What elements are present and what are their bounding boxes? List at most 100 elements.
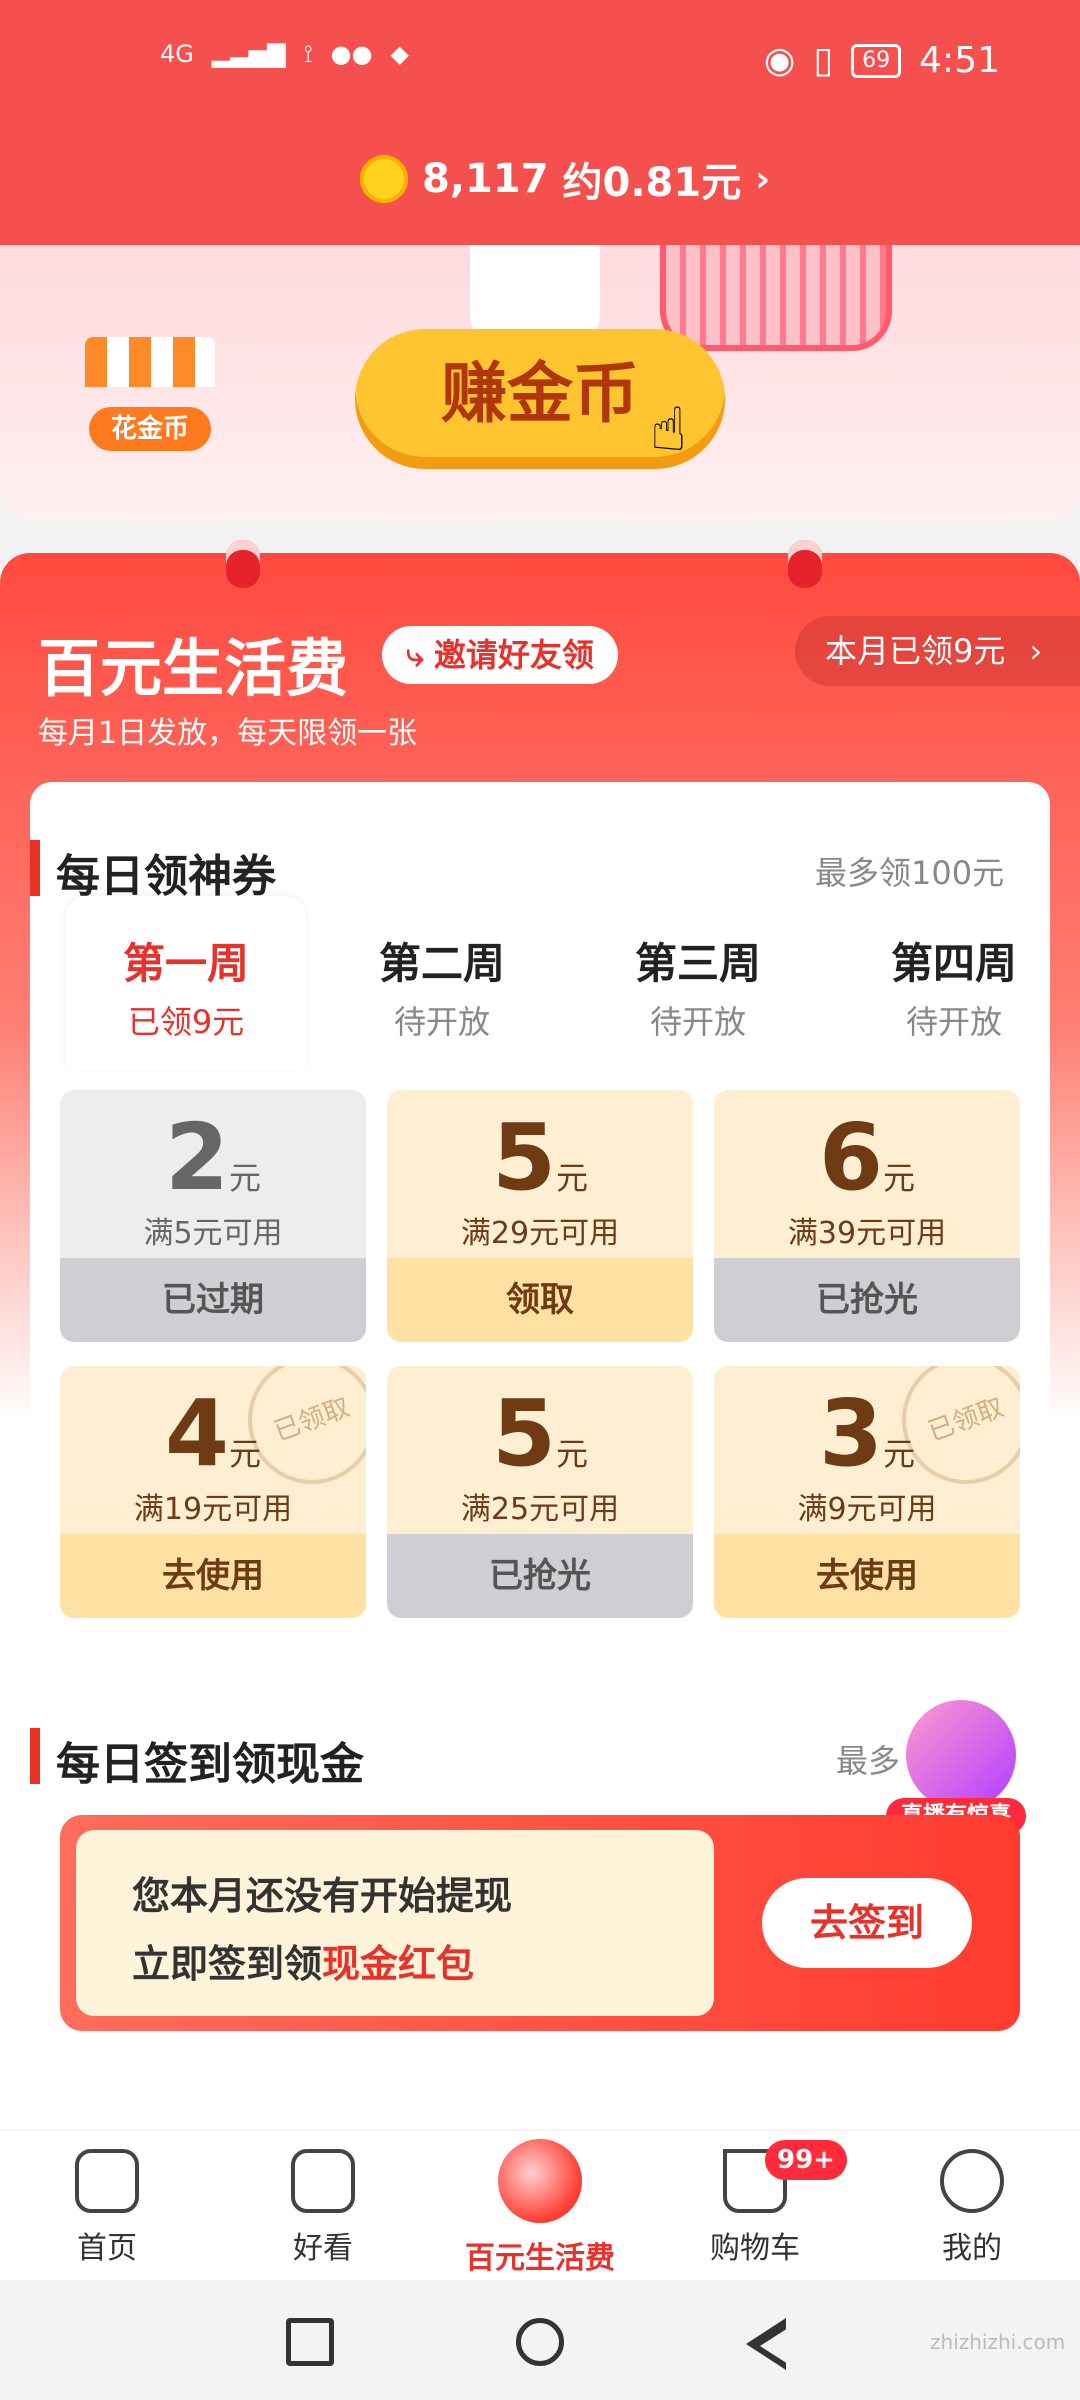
tab-week-4-label: 第四周 [890, 939, 1017, 988]
coupon-action[interactable]: 已过期 [60, 1258, 366, 1342]
checkin-line-2: 立即签到领现金红包 [132, 1933, 474, 1988]
video-icon [291, 2149, 355, 2213]
tab-week-1[interactable]: 第一周 已领9元 [66, 896, 306, 1070]
tab-week-1-status: 已领9元 [127, 1003, 245, 1041]
coupon-amount: 5元 [491, 1104, 589, 1211]
tab-week-3-status: 待开放 [649, 1003, 746, 1041]
live-surprise-badge[interactable]: 直播有惊喜 [876, 1700, 1026, 1834]
pin-left-icon [226, 540, 260, 588]
daily-coupon-title: 每日领神券 [56, 851, 276, 902]
coin-balance[interactable]: 8,117 约0.81元 › [360, 150, 770, 208]
nav-label-living: 百元生活费 [465, 2241, 615, 2276]
chevron-right-icon: › [755, 158, 771, 200]
tab-week-1-label: 第一周 [122, 939, 249, 988]
shop-awning-icon [85, 337, 215, 387]
coupon-action[interactable]: 已抢光 [714, 1258, 1020, 1342]
tab-week-4-status: 待开放 [905, 1003, 1002, 1041]
living-subtitle: 每月1日发放，每天限领一张 [38, 716, 418, 751]
coupon-action[interactable]: 去使用 [60, 1534, 366, 1618]
week-tabs: 第一周 已领9元 第二周 待开放 第三周 待开放 第四周 待开放 [30, 896, 1050, 1080]
checkin-line-1: 您本月还没有开始提现 [132, 1874, 513, 1918]
share-icon: ⤷ [406, 636, 424, 674]
invite-friends-button[interactable]: ⤷ 邀请好友领 [382, 626, 618, 684]
pointing-hand-icon: ☝ [650, 395, 687, 465]
home-icon [75, 2149, 139, 2213]
nav-item-living[interactable]: 百元生活费 [450, 2139, 630, 2277]
nav-label-video: 好看 [293, 2231, 353, 2266]
watermark: zhizhizhi.com [930, 2330, 1066, 2354]
battery-indicator: 69 [851, 43, 902, 78]
daily-checkin-title: 每日签到领现金 [56, 1739, 364, 1790]
coupon-condition: 满19元可用 [133, 1492, 293, 1527]
section-marker [30, 1728, 40, 1784]
month-received-pill[interactable]: 本月已领9元 › [795, 616, 1080, 686]
app-icon: ◆ [390, 40, 409, 68]
coupon-condition: 满9元可用 [797, 1492, 937, 1527]
month-received-label: 本月已领9元 [825, 632, 1006, 670]
coupon-action[interactable]: 去使用 [714, 1534, 1020, 1618]
coupon-amount: 4元 [164, 1380, 262, 1487]
nav-label-home: 首页 [77, 2231, 137, 2266]
checkin-line-2-prefix: 立即签到领 [132, 1942, 323, 1986]
live-play-icon [906, 1700, 1016, 1810]
coin-icon [360, 155, 408, 203]
wechat-icon: ●● [330, 40, 373, 68]
nav-label-profile: 我的 [942, 2231, 1002, 2266]
coupon-amount: 5元 [491, 1380, 589, 1487]
vibrate-icon: ▯ [813, 40, 834, 81]
nav-item-home[interactable]: 首页 [17, 2149, 197, 2267]
invite-label: 邀请好友领 [433, 636, 594, 674]
eye-icon: ◉ [763, 40, 796, 81]
coupon-card[interactable]: 6元 满39元可用 已抢光 [714, 1090, 1020, 1342]
nav-item-profile[interactable]: 我的 [882, 2149, 1062, 2267]
coupon-amount: 2元 [164, 1104, 262, 1211]
coupon-card[interactable]: 2元 满5元可用 已过期 [60, 1090, 366, 1342]
checkin-line-2-highlight: 现金红包 [322, 1942, 475, 1986]
shop-button[interactable]: 花金币 [85, 337, 215, 457]
coin-approx: 约0.81元 [562, 160, 742, 206]
nav-label-cart: 购物车 [710, 2231, 800, 2266]
shop-label: 花金币 [89, 407, 211, 451]
home-system-icon[interactable] [516, 2318, 564, 2366]
tab-week-2-label: 第二周 [378, 939, 505, 988]
recent-apps-icon[interactable] [286, 2318, 334, 2366]
coupon-condition: 满29元可用 [460, 1216, 620, 1251]
pin-right-icon [788, 540, 822, 588]
basket-icon [660, 245, 892, 351]
coupon-card[interactable]: 5元 满25元可用 已抢光 [387, 1366, 693, 1618]
wifi-icon: ⟟ [303, 40, 313, 68]
signal-icon: ▂▃▅▇ [211, 40, 286, 68]
coupon-condition: 满25元可用 [460, 1492, 620, 1527]
status-bar: 4G ▂▃▅▇ ⟟ ●● ◆ ◉ ▯ 69 4:51 [0, 0, 1080, 140]
coin-count: 8,117 [422, 156, 549, 202]
nav-item-video[interactable]: 好看 [233, 2149, 413, 2267]
tab-week-2-status: 待开放 [393, 1003, 490, 1041]
checkin-message-box [76, 1830, 714, 2016]
tab-week-2[interactable]: 第二周 待开放 [322, 930, 562, 1043]
cart-count-badge: 99+ [765, 2140, 847, 2180]
coupon-card[interactable]: 5元 满29元可用 领取 [387, 1090, 693, 1342]
network-label: 4G [160, 40, 194, 68]
coupon-condition: 满39元可用 [787, 1216, 947, 1251]
coupon-card[interactable]: 已领取 3元 满9元可用 去使用 [714, 1366, 1020, 1618]
earn-coins-banner: 花金币 赚金币 ☝ [0, 245, 1080, 520]
coupon-action[interactable]: 领取 [387, 1258, 693, 1342]
tab-week-3-label: 第三周 [634, 939, 761, 988]
coupon-amount: 3元 [818, 1380, 916, 1487]
red-envelope-icon [498, 2139, 582, 2223]
coupon-amount: 6元 [818, 1104, 916, 1211]
living-title: 百元生活费 [38, 632, 349, 705]
bottom-nav: 首页 好看 百元生活费 购物车 我的 [0, 2130, 1080, 2281]
section-marker [30, 840, 40, 896]
chevron-right-icon: › [1029, 632, 1043, 670]
daily-coupon-max-note: 最多领100元 [815, 854, 1005, 892]
coupon-condition: 满5元可用 [143, 1216, 283, 1251]
coupon-card[interactable]: 已领取 4元 满19元可用 去使用 [60, 1366, 366, 1618]
tab-week-4[interactable]: 第四周 待开放 [834, 930, 1074, 1043]
back-icon-inner [760, 2328, 788, 2364]
time-text: 4:51 [919, 40, 1000, 81]
coupon-action[interactable]: 已抢光 [387, 1534, 693, 1618]
checkin-button[interactable]: 去签到 [762, 1878, 972, 1968]
status-right: ◉ ▯ 69 4:51 [764, 40, 1000, 81]
tab-week-3[interactable]: 第三周 待开放 [578, 930, 818, 1043]
